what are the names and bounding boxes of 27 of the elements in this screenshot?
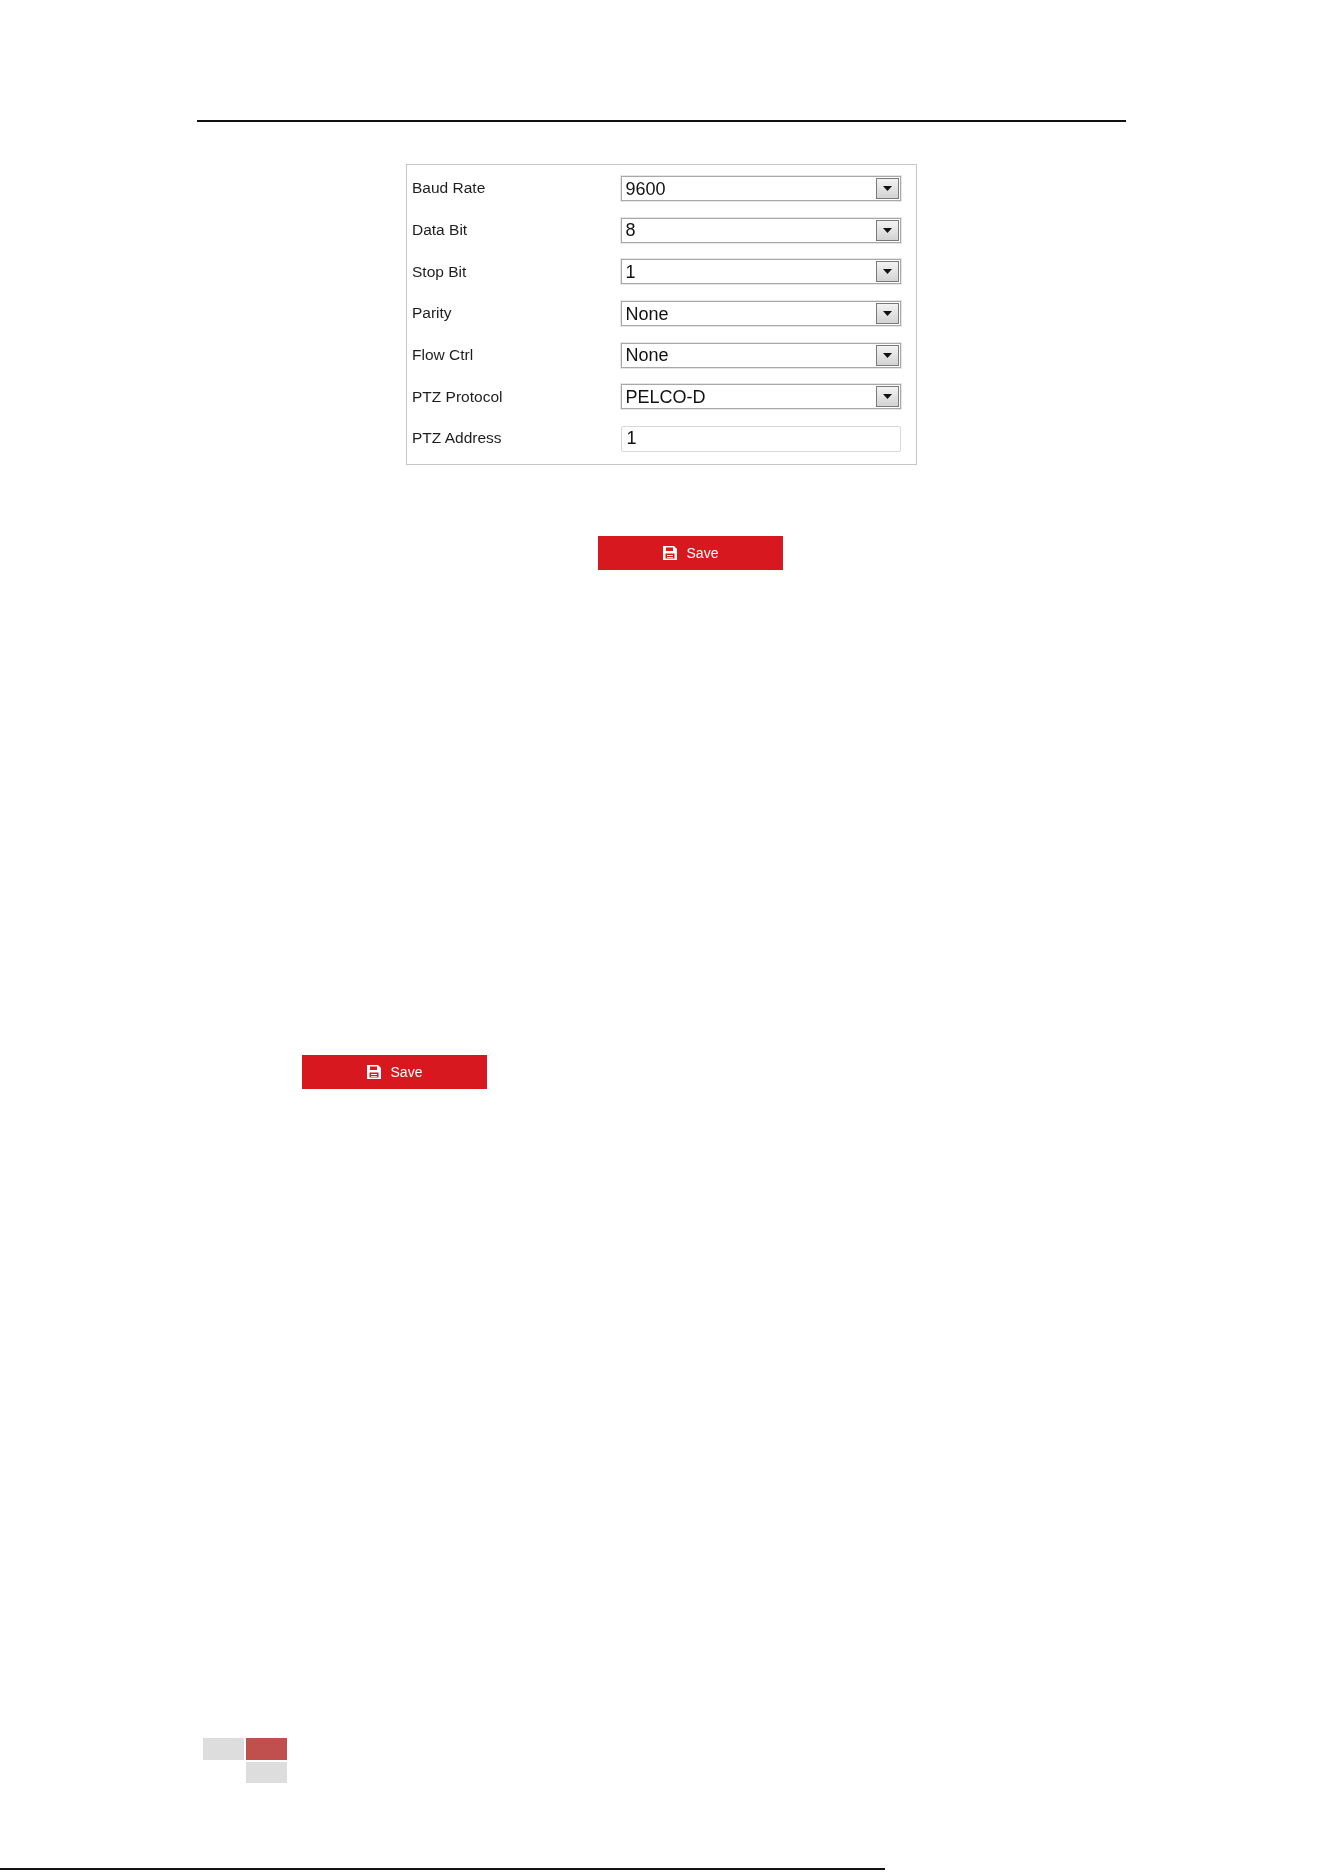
decor-block: [246, 1738, 287, 1760]
dropdown-field[interactable]: PELCO-D: [620, 384, 901, 410]
save-button[interactable]: Save: [302, 1055, 487, 1089]
save-icon: [366, 1065, 381, 1079]
dropdown-field[interactable]: None: [620, 342, 901, 368]
field-label: Stop Bit: [412, 262, 468, 282]
caret-icon[interactable]: [876, 386, 899, 408]
caret-icon[interactable]: [876, 261, 899, 283]
decor-block: [246, 1762, 287, 1783]
dropdown-field[interactable]: 1: [620, 259, 901, 285]
dropdown-field[interactable]: None: [620, 301, 901, 327]
caret-icon[interactable]: [876, 178, 899, 199]
dropdown-field[interactable]: 9600: [620, 176, 901, 201]
decor-block: [203, 1738, 244, 1760]
caret-icon[interactable]: [876, 219, 899, 241]
field-label: Data Bit: [412, 220, 469, 240]
save-icon: [662, 546, 677, 560]
field-label: Flow Ctrl: [412, 345, 475, 365]
dropdown-field[interactable]: 8: [620, 217, 901, 243]
field-label: Parity: [412, 304, 453, 323]
field-label: PTZ Address: [412, 429, 503, 448]
save-button[interactable]: Save: [598, 536, 783, 570]
caret-icon[interactable]: [876, 303, 899, 325]
caret-icon[interactable]: [876, 344, 899, 366]
field-label: Baud Rate: [412, 179, 487, 198]
field-label: PTZ Protocol: [412, 387, 504, 407]
text-field[interactable]: 1: [620, 425, 901, 452]
